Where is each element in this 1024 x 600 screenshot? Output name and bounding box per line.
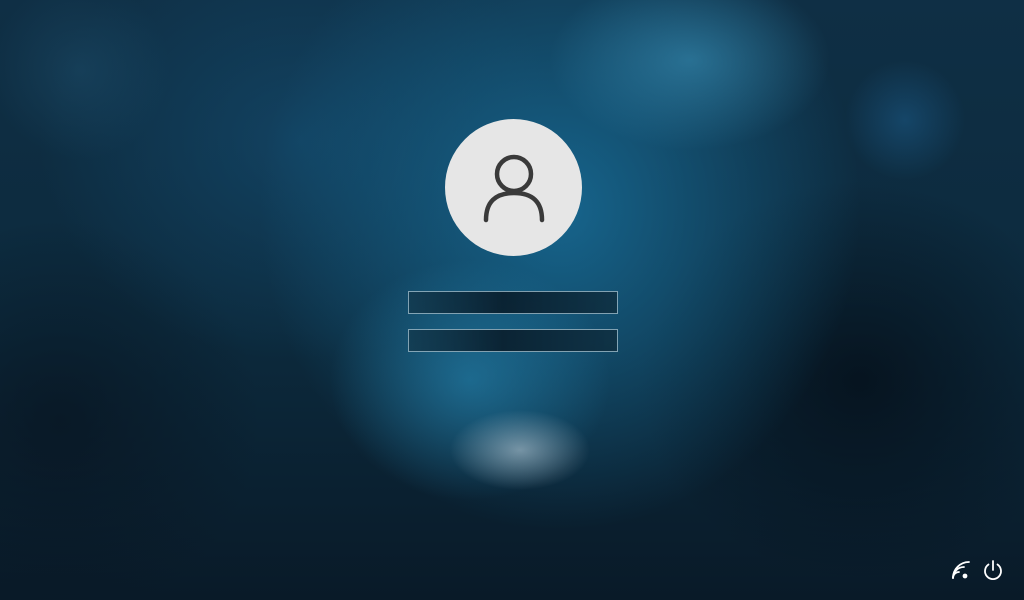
power-button[interactable] (981, 558, 1005, 582)
password-input[interactable] (408, 329, 618, 352)
user-avatar (445, 119, 582, 256)
wifi-signal-icon (952, 561, 970, 579)
user-silhouette-icon (483, 154, 544, 222)
username-input[interactable] (408, 291, 618, 314)
lock-screen (0, 0, 1024, 600)
power-icon (984, 560, 1002, 581)
network-button[interactable] (949, 558, 973, 582)
